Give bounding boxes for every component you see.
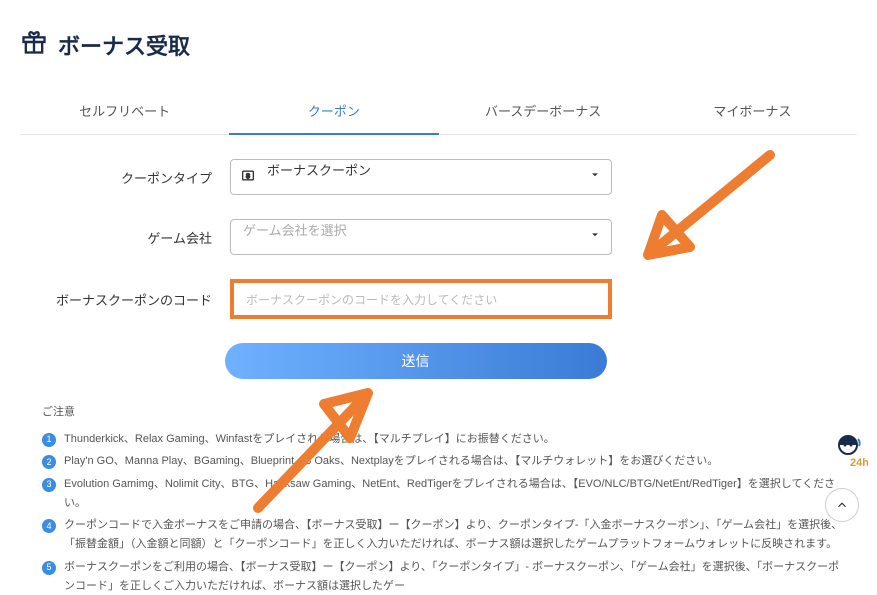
page-title: ボーナス受取: [58, 29, 190, 61]
note-item: 5ボーナスクーポンをご利用の場合、【ボーナス受取】ー【クーポン】より、「クーポン…: [42, 558, 845, 595]
coupon-type-icon: $: [240, 167, 256, 188]
chevron-down-icon: [588, 228, 602, 247]
company-placeholder: ゲーム会社を選択: [243, 223, 347, 238]
note-number: 1: [42, 433, 56, 447]
notes-title: ご注意: [42, 403, 845, 422]
company-select[interactable]: ゲーム会社を選択: [230, 219, 612, 255]
tabs: セルフリベート クーポン バースデーボーナス マイボーナス: [20, 87, 857, 135]
note-item: 3Evolution Gamimg、Nolimit City、BTG、Hacks…: [42, 475, 845, 512]
code-highlight: [230, 279, 612, 319]
note-item: 1Thunderkick、Relax Gaming、Winfastをプレイされる…: [42, 430, 845, 449]
company-label: ゲーム会社: [20, 228, 230, 247]
code-label: ボーナスクーポンのコード: [20, 290, 230, 309]
scroll-top-button[interactable]: [825, 488, 859, 522]
note-number: 3: [42, 478, 56, 492]
note-number: 2: [42, 455, 56, 469]
note-number: 5: [42, 561, 56, 575]
note-number: 4: [42, 519, 56, 533]
svg-text:$: $: [246, 173, 250, 180]
support-icon[interactable]: 24h: [827, 430, 869, 472]
submit-button[interactable]: 送信: [225, 343, 607, 379]
tab-birthday-bonus[interactable]: バースデーボーナス: [439, 87, 648, 134]
chevron-down-icon: [588, 168, 602, 187]
note-item: 2Play'n GO、Manna Play、BGaming、Blueprint、…: [42, 452, 845, 471]
coupon-type-value: ボーナスクーポン: [267, 163, 371, 178]
coupon-type-select[interactable]: ボーナスクーポン: [230, 159, 612, 195]
tab-my-bonus[interactable]: マイボーナス: [648, 87, 857, 134]
gift-icon: [20, 28, 48, 61]
coupon-code-input[interactable]: [236, 285, 606, 313]
coupon-type-label: クーポンタイプ: [20, 168, 230, 187]
note-item: 4クーポンコードで入金ボーナスをご申請の場合、【ボーナス受取】ー【クーポン】より…: [42, 516, 845, 553]
svg-text:24h: 24h: [850, 457, 868, 469]
tab-coupon[interactable]: クーポン: [229, 87, 438, 134]
tab-self-rebate[interactable]: セルフリベート: [20, 87, 229, 134]
